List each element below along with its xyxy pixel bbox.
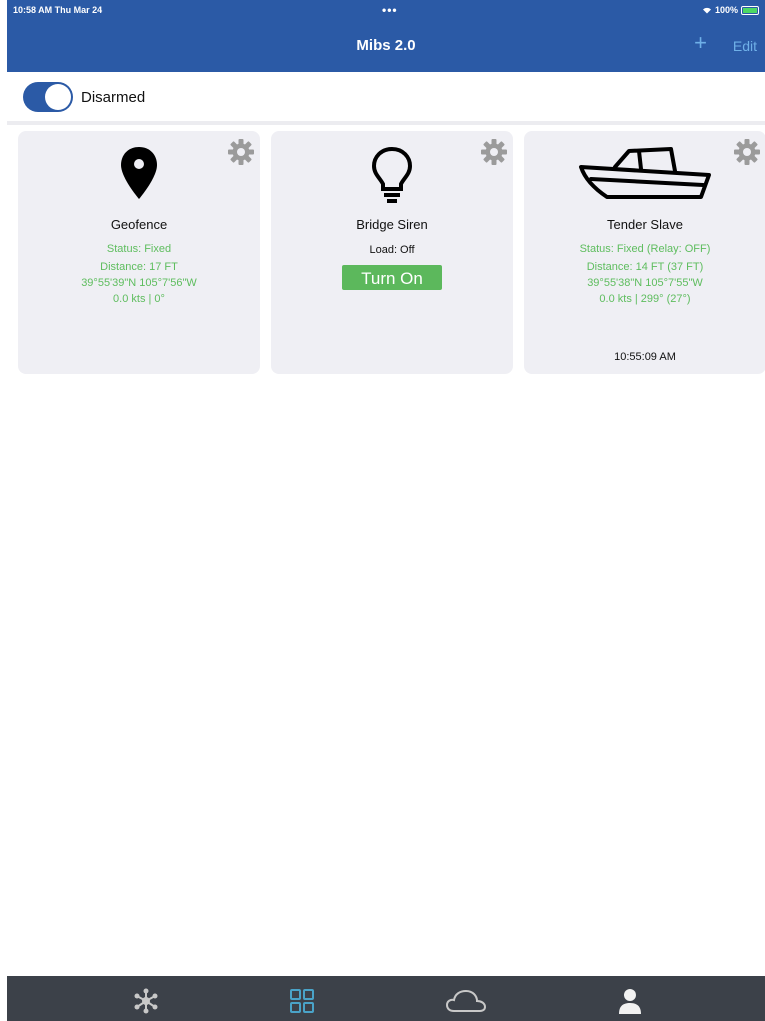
card-title: Bridge Siren [356, 217, 428, 232]
grid-icon [290, 989, 314, 1013]
card-icon-wrap [524, 145, 765, 205]
wifi-icon [702, 7, 711, 14]
card-coordinates: 39°55'39"N 105°7'56"W [81, 277, 197, 289]
tab-cloud[interactable] [446, 986, 486, 1016]
multitask-dots[interactable]: ••• [382, 3, 398, 17]
card-distance: Distance: 14 FT (37 FT) [586, 261, 704, 273]
status-right: 100% [702, 5, 759, 15]
page-title: Mibs 2.0 [356, 37, 416, 54]
turn-on-button[interactable]: Turn On [342, 265, 442, 290]
boat-icon [579, 147, 711, 199]
card-title: Tender Slave [607, 217, 683, 232]
arm-status-label: Disarmed [81, 89, 146, 106]
tab-dashboard[interactable] [282, 986, 322, 1016]
battery-percent: 100% [714, 5, 738, 15]
arm-row: Disarmed [7, 72, 765, 122]
card-speed-heading: 0.0 kts | 0° [113, 293, 165, 305]
cloud-icon [446, 989, 486, 1012]
tab-network[interactable] [126, 986, 166, 1016]
card-timestamp: 10:55:09 AM [614, 351, 676, 363]
arm-toggle[interactable] [23, 82, 73, 112]
card-speed-heading: 0.0 kts | 299° (27°) [599, 293, 691, 305]
card-coordinates: 39°55'38"N 105°7'55"W [587, 277, 703, 289]
device-card-bridge-siren[interactable]: Bridge Siren Load: Off Turn On [271, 131, 513, 374]
tab-bar [7, 976, 765, 1021]
tab-profile[interactable] [610, 986, 650, 1016]
battery-icon [741, 5, 759, 15]
add-button[interactable]: + [694, 32, 707, 54]
divider [7, 121, 765, 125]
card-title: Geofence [110, 217, 168, 232]
navigation-bar: 10:58 AM Thu Mar 24 ••• 100% Mibs 2.0 + … [7, 0, 765, 72]
card-icon-wrap [18, 145, 260, 205]
status-time: 10:58 AM Thu Mar 24 [13, 5, 103, 15]
card-icon-wrap [271, 145, 513, 205]
edit-button[interactable]: Edit [733, 38, 757, 54]
device-card-geofence[interactable]: Geofence Status: Fixed Distance: 17 FT 3… [18, 131, 260, 374]
card-distance: Distance: 17 FT [100, 261, 178, 273]
lightbulb-icon [371, 146, 413, 203]
card-status: Status: Fixed [106, 243, 172, 255]
card-status: Status: Fixed (Relay: OFF) [579, 243, 711, 255]
card-load: Load: Off [369, 244, 415, 256]
device-card-tender-slave[interactable]: Tender Slave Status: Fixed (Relay: OFF) … [524, 131, 765, 374]
map-pin-icon [121, 147, 157, 199]
network-icon [134, 988, 158, 1014]
person-icon [619, 989, 641, 1014]
toggle-knob [45, 84, 71, 110]
